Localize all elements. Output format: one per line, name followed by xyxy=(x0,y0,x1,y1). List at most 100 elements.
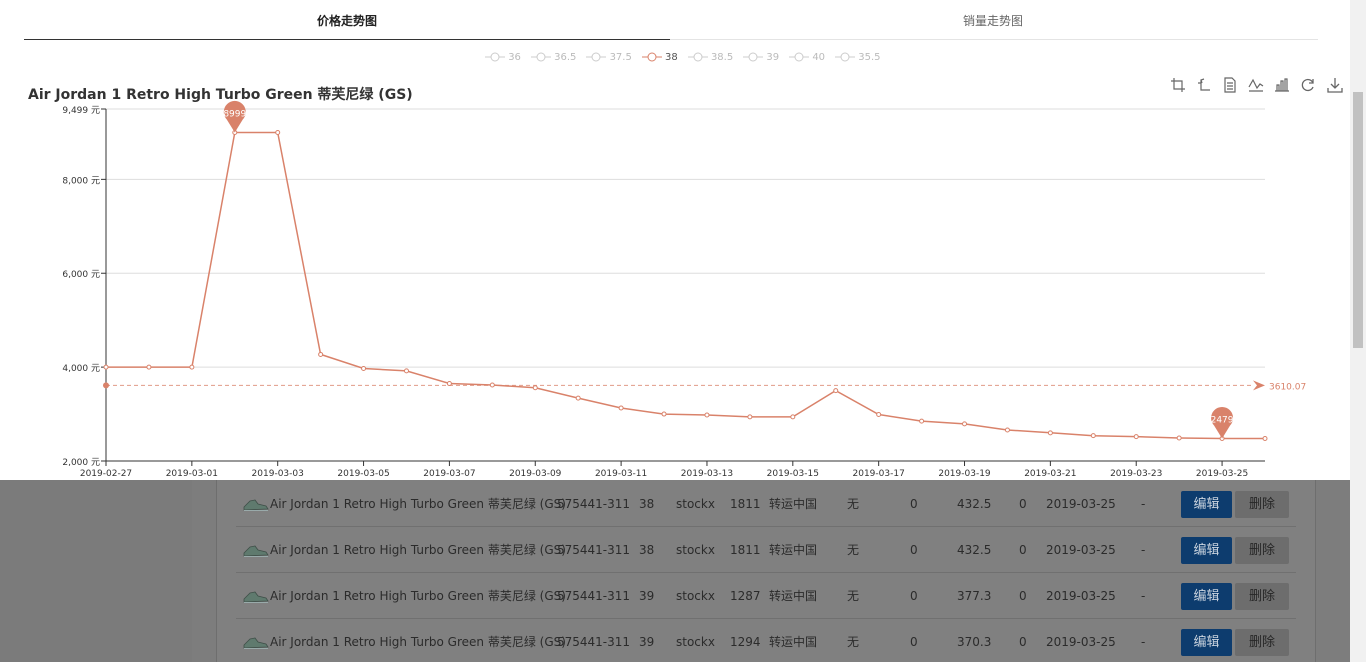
data-point xyxy=(833,388,839,394)
y-tick-label: 8,000 元 xyxy=(62,176,100,186)
edit-button[interactable]: 编辑 xyxy=(1181,491,1232,518)
cell-flag: 无 xyxy=(847,589,860,603)
cell-ship: 转运中国 xyxy=(769,589,818,603)
data-point xyxy=(1262,436,1268,442)
cell-source: stockx xyxy=(676,635,715,649)
legend-label: 35.5 xyxy=(858,52,881,63)
cell-source: stockx xyxy=(676,589,715,603)
x-tick-label: 2019-03-23 xyxy=(1110,469,1162,479)
crop-icon[interactable] xyxy=(1170,77,1188,95)
sidebar xyxy=(0,480,192,662)
data-point xyxy=(747,414,753,420)
legend-item-36[interactable]: 36 xyxy=(485,52,521,63)
chart-tabs: 价格走势图 销量走势图 xyxy=(24,0,1318,40)
bar-chart-icon[interactable] xyxy=(1274,77,1292,95)
data-point xyxy=(575,395,581,401)
cell-note: - xyxy=(1141,589,1146,603)
cell-price: 432.5 xyxy=(957,543,992,557)
legend-item-40[interactable]: 40 xyxy=(789,52,825,63)
delete-button[interactable]: 删除 xyxy=(1235,629,1289,656)
cell-price: 377.3 xyxy=(957,589,992,603)
price-line-chart: 9,499 元8,000 元6,000 元4,000 元2,000 元2019-… xyxy=(62,100,1306,479)
cell-flag: 无 xyxy=(847,543,860,557)
data-point xyxy=(403,368,409,374)
x-tick-label: 2019-03-09 xyxy=(509,469,562,479)
cell-date: 2019-03-25 xyxy=(1046,635,1116,649)
legend-label: 36 xyxy=(508,52,521,63)
data-point xyxy=(446,381,452,387)
refresh-icon[interactable] xyxy=(1300,77,1318,95)
x-tick-label: 2019-03-19 xyxy=(938,469,991,479)
data-point xyxy=(790,414,796,420)
data-point xyxy=(318,351,324,357)
cell-sku: 575441-311 xyxy=(557,497,631,511)
y-tick-label: 4,000 元 xyxy=(62,364,100,374)
legend-item-39[interactable]: 39 xyxy=(743,52,779,63)
cell-size: 38 xyxy=(639,497,655,511)
chart-title: Air Jordan 1 Retro High Turbo Green 蒂芙尼绿… xyxy=(28,87,413,103)
cell-date: 2019-03-25 xyxy=(1046,543,1116,557)
cell-c2: 0 xyxy=(1019,543,1027,557)
series-line-38 xyxy=(106,131,1265,440)
chart-toolbox xyxy=(1170,77,1348,95)
cell-qty: 1287 xyxy=(730,589,761,603)
data-point xyxy=(1219,436,1225,442)
data-point xyxy=(189,364,195,370)
edit-button[interactable]: 编辑 xyxy=(1181,583,1232,610)
delete-button[interactable]: 删除 xyxy=(1235,537,1289,564)
data-point xyxy=(661,411,667,417)
cell-sku: 575441-311 xyxy=(557,543,631,557)
table-row: Air Jordan 1 Retro High Turbo Green 蒂芙尼绿… xyxy=(236,619,1296,662)
cell-c2: 0 xyxy=(1019,497,1027,511)
legend-item-38-5[interactable]: 38.5 xyxy=(687,52,733,63)
shoe-thumbnail xyxy=(243,545,269,557)
chart-legend: 36 36.5 37.5 38 38.5 39 40 35.5 xyxy=(485,52,891,70)
x-tick-label: 2019-02-27 xyxy=(80,469,132,479)
y-tick-label: 2,000 元 xyxy=(62,458,100,468)
cell-sku: 575441-311 xyxy=(557,635,631,649)
cell-sku: 575441-311 xyxy=(557,589,631,603)
cell-c2: 0 xyxy=(1019,635,1027,649)
edit-button[interactable]: 编辑 xyxy=(1181,629,1232,656)
x-tick-label: 2019-03-05 xyxy=(337,469,389,479)
average-line-start xyxy=(103,382,109,389)
x-tick-label: 2019-03-01 xyxy=(166,469,218,479)
x-tick-label: 2019-03-17 xyxy=(853,469,905,479)
cell-source: stockx xyxy=(676,497,715,511)
delete-button[interactable]: 删除 xyxy=(1235,583,1289,610)
max-min-marker-pin xyxy=(223,100,246,133)
data-point xyxy=(1176,435,1182,441)
data-point xyxy=(1133,434,1139,440)
shoe-thumbnail xyxy=(243,637,269,649)
average-line-label: 3610.07 xyxy=(1269,382,1306,392)
download-icon[interactable] xyxy=(1326,77,1345,95)
data-point xyxy=(146,364,152,370)
x-tick-label: 2019-03-03 xyxy=(252,469,304,479)
cell-flag: 无 xyxy=(847,635,860,649)
delete-button[interactable]: 删除 xyxy=(1235,491,1289,518)
data-view-icon[interactable] xyxy=(1222,77,1240,95)
line-chart-icon[interactable] xyxy=(1248,77,1266,95)
y-tick-label: 6,000 元 xyxy=(62,270,100,280)
tab-price-trend[interactable]: 价格走势图 xyxy=(24,0,670,40)
scrollbar-thumb[interactable] xyxy=(1353,92,1363,348)
edit-button[interactable]: 编辑 xyxy=(1181,537,1232,564)
crop-back-icon[interactable] xyxy=(1196,77,1214,95)
cell-price: 432.5 xyxy=(957,497,992,511)
cell-qty: 1811 xyxy=(730,543,761,557)
max-min-marker-pin xyxy=(1211,406,1234,439)
data-point xyxy=(919,418,925,424)
legend-item-36-5[interactable]: 36.5 xyxy=(530,52,576,63)
page-scrollbar[interactable] xyxy=(1350,0,1366,662)
legend-label: 37.5 xyxy=(609,52,632,63)
data-point xyxy=(876,412,882,418)
legend-item-35-5[interactable]: 35.5 xyxy=(835,52,881,63)
marker-label: 8999 xyxy=(223,109,246,119)
legend-item-38[interactable]: 38 xyxy=(641,52,678,63)
cell-ship: 转运中国 xyxy=(769,635,818,649)
x-tick-label: 2019-03-13 xyxy=(681,469,733,479)
data-point xyxy=(532,385,538,391)
data-point xyxy=(232,129,238,135)
tab-sales-trend[interactable]: 销量走势图 xyxy=(670,0,1316,40)
legend-item-37-5[interactable]: 37.5 xyxy=(586,52,632,63)
